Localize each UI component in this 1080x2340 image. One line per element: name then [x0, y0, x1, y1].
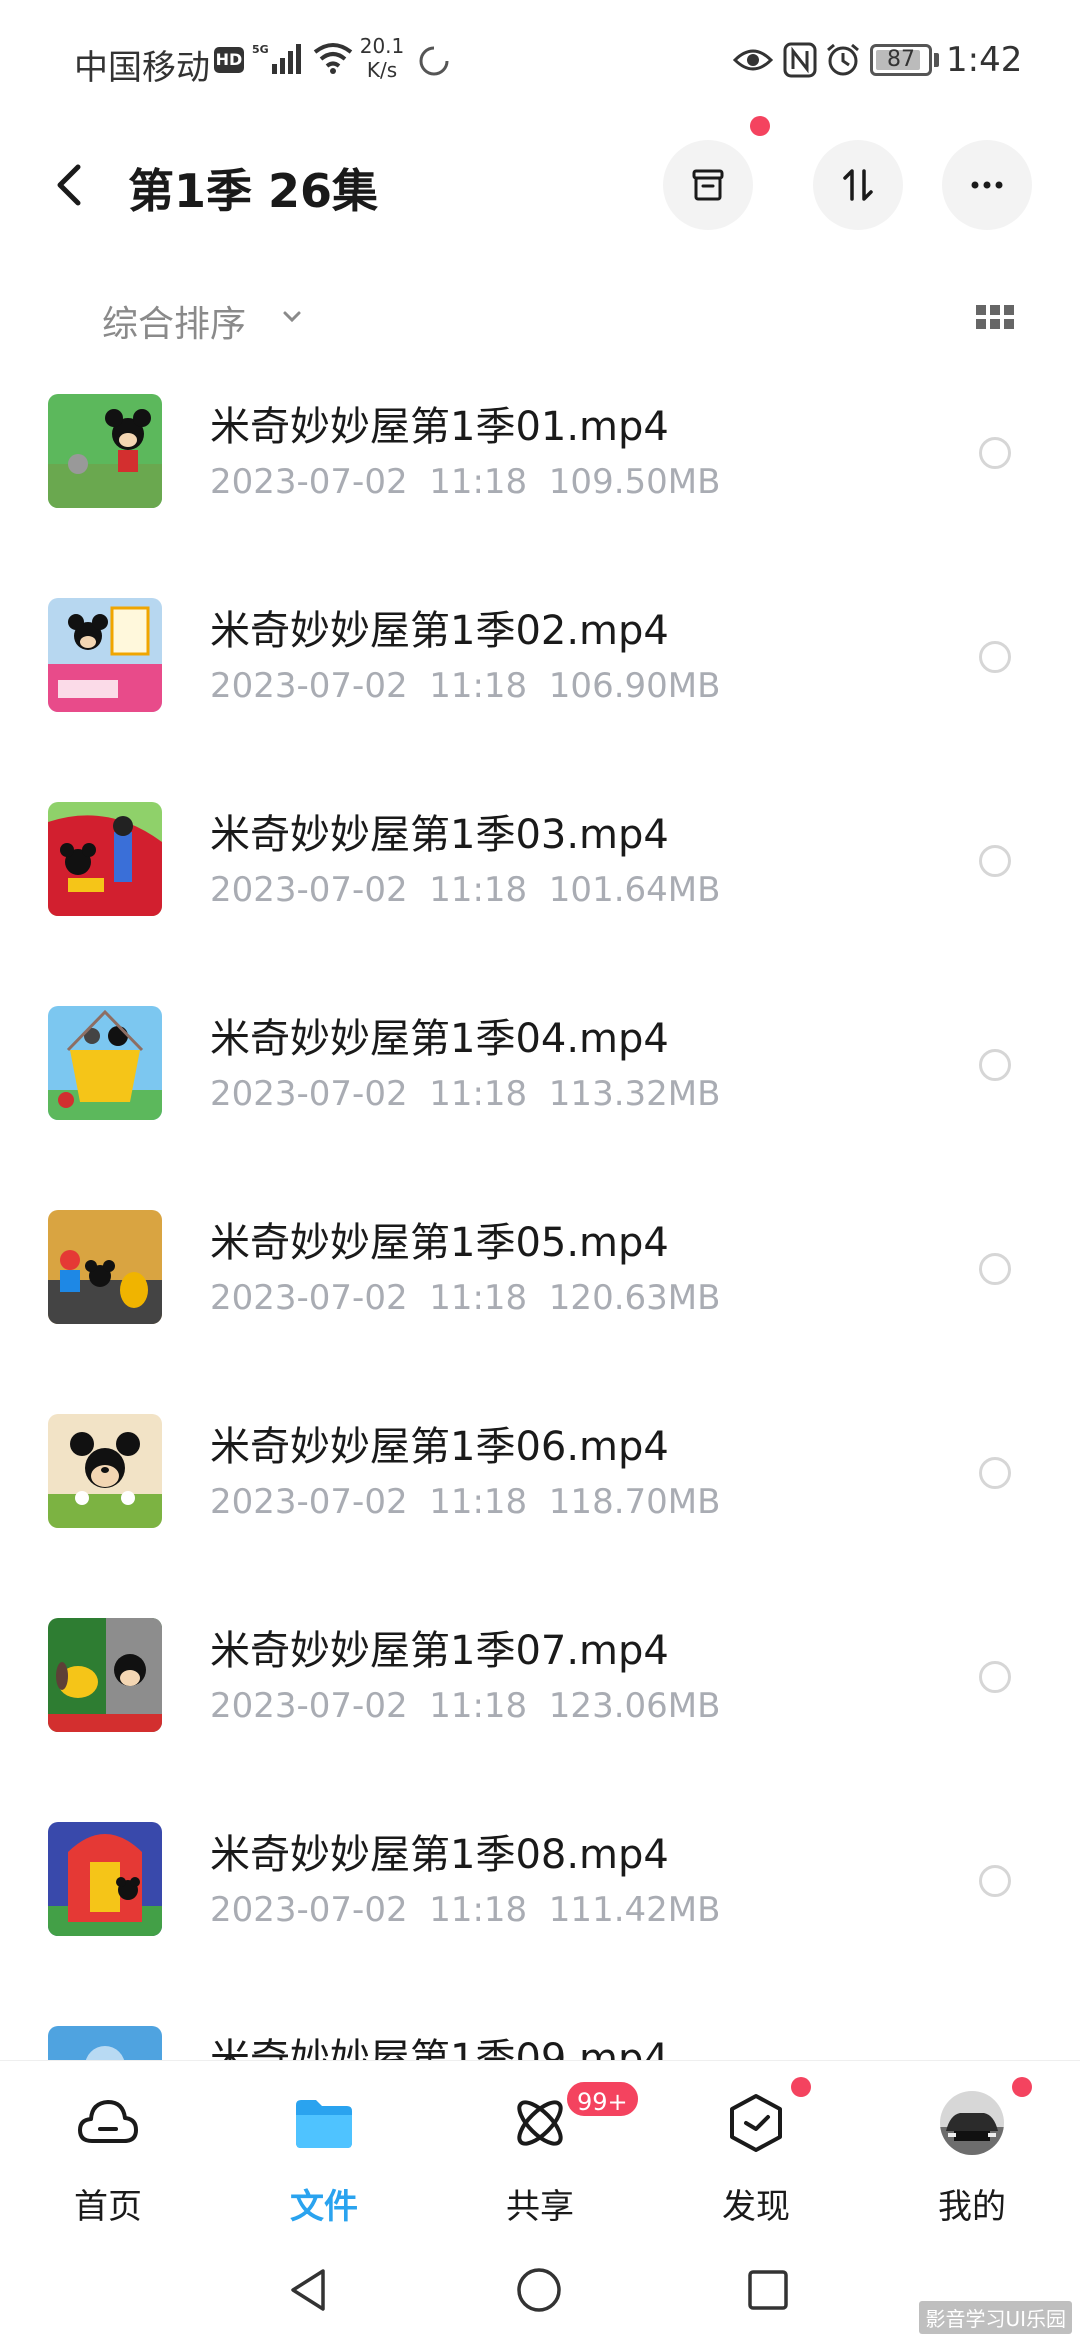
file-name: 米奇妙妙屋第1季05.mp4	[210, 1220, 669, 1266]
header: 第1季 26集	[0, 116, 1080, 240]
alarm-icon	[827, 43, 859, 76]
nav-share[interactable]: 99+ 共享	[432, 2061, 648, 2246]
select-radio[interactable]	[979, 1457, 1011, 1489]
more-dots-icon	[971, 181, 1003, 189]
nav-mine[interactable]: 我的	[864, 2061, 1080, 2246]
page-title: 第1季 26集	[128, 164, 379, 218]
file-row[interactable]: 米奇妙妙屋第1季04.mp4 2023-07-02 11:18 113.32MB	[0, 972, 1080, 1176]
battery-nub	[934, 53, 939, 67]
battery-indicator: 87	[870, 44, 932, 76]
select-radio[interactable]	[979, 1253, 1011, 1285]
avatar	[940, 2091, 1004, 2155]
watermark: 影音学习UI乐园	[919, 2301, 1072, 2334]
status-bar: 中国移动 HD 5G 20.1 K/s 87 1:42	[0, 0, 1080, 120]
share-badge: 99+	[564, 2079, 641, 2119]
file-name: 米奇妙妙屋第1季08.mp4	[210, 1832, 669, 1878]
signal-icon: 5G	[252, 43, 301, 74]
file-name: 米奇妙妙屋第1季09.mp4	[210, 2036, 669, 2060]
file-meta: 2023-07-02 11:18 111.42MB	[210, 1890, 721, 1930]
more-button[interactable]	[942, 140, 1032, 230]
file-row[interactable]: 米奇妙妙屋第1季02.mp4 2023-07-02 11:18 106.90MB	[0, 564, 1080, 768]
file-name: 米奇妙妙屋第1季07.mp4	[210, 1628, 669, 1674]
file-name: 米奇妙妙屋第1季04.mp4	[210, 1016, 669, 1062]
nav-share-label: 共享	[506, 2187, 574, 2227]
bottom-nav: 首页 文件 99+ 共享 发现 我的	[0, 2060, 1080, 2245]
folder-icon	[296, 2100, 352, 2148]
sort-order-button[interactable]	[813, 140, 903, 230]
nav-files-label: 文件	[290, 2187, 358, 2227]
file-row[interactable]: 米奇妙妙屋第1季06.mp4 2023-07-02 11:18 118.70MB	[0, 1380, 1080, 1584]
sync-icon	[419, 46, 449, 76]
carrier-label: 中国移动	[74, 48, 210, 88]
nav-discover-label: 发现	[722, 2187, 790, 2227]
video-thumbnail	[48, 598, 162, 712]
video-thumbnail	[48, 1006, 162, 1120]
sort-arrows-icon	[843, 169, 873, 201]
video-thumbnail	[48, 1414, 162, 1528]
file-row[interactable]: 米奇妙妙屋第1季07.mp4 2023-07-02 11:18 123.06MB	[0, 1584, 1080, 1788]
discover-notification-dot	[791, 2077, 811, 2097]
back-triangle-icon[interactable]	[283, 2265, 333, 2315]
sort-bar: 综合排序	[0, 285, 1080, 349]
file-meta: 2023-07-02 11:18 106.90MB	[210, 666, 721, 706]
recents-square-icon[interactable]	[743, 2265, 793, 2315]
nav-home[interactable]: 首页	[0, 2061, 216, 2246]
nav-mine-label: 我的	[938, 2187, 1006, 2227]
select-radio[interactable]	[979, 845, 1011, 877]
file-meta: 2023-07-02 11:18 113.32MB	[210, 1074, 721, 1114]
cloud-icon	[78, 2100, 138, 2143]
file-meta: 2023-07-02 11:18 118.70MB	[210, 1482, 721, 1522]
file-meta: 2023-07-02 11:18 109.50MB	[210, 462, 721, 502]
file-row[interactable]: 米奇妙妙屋第1季05.mp4 2023-07-02 11:18 120.63MB	[0, 1176, 1080, 1380]
net-speed-unit: K/s	[366, 58, 398, 82]
back-arrow-icon[interactable]	[46, 155, 96, 215]
network-type-label: 5G	[252, 43, 269, 56]
archive-button[interactable]	[663, 140, 753, 230]
sort-dropdown[interactable]: 综合排序	[102, 295, 246, 347]
select-radio[interactable]	[979, 1049, 1011, 1081]
file-meta: 2023-07-02 11:18 101.64MB	[210, 870, 721, 910]
file-row[interactable]: 米奇妙妙屋第1季03.mp4 2023-07-02 11:18 101.64MB	[0, 768, 1080, 972]
clock: 1:42	[946, 40, 1023, 80]
video-thumbnail	[48, 2026, 162, 2060]
file-list: 米奇妙妙屋第1季01.mp4 2023-07-02 11:18 109.50MB…	[0, 360, 1080, 2060]
file-row[interactable]: 米奇妙妙屋第1季01.mp4 2023-07-02 11:18 109.50MB	[0, 360, 1080, 564]
home-circle-icon[interactable]	[514, 2265, 564, 2315]
eye-icon	[733, 49, 773, 71]
nav-discover[interactable]: 发现	[648, 2061, 864, 2246]
system-nav-bar: 影音学习UI乐园	[0, 2245, 1080, 2340]
battery-level: 87	[887, 47, 915, 72]
chevron-down-icon[interactable]	[280, 307, 304, 327]
video-thumbnail	[48, 802, 162, 916]
nfc-icon	[783, 42, 817, 78]
file-name: 米奇妙妙屋第1季02.mp4	[210, 608, 669, 654]
select-radio[interactable]	[979, 1865, 1011, 1897]
net-speed-value: 20.1	[359, 34, 405, 58]
select-radio[interactable]	[979, 437, 1011, 469]
video-thumbnail	[48, 1618, 162, 1732]
video-thumbnail	[48, 1210, 162, 1324]
video-thumbnail	[48, 394, 162, 508]
file-name: 米奇妙妙屋第1季01.mp4	[210, 404, 669, 450]
archive-icon	[692, 169, 724, 201]
cube-icon	[730, 2094, 782, 2152]
hd-badge: HD	[214, 47, 244, 73]
file-meta: 2023-07-02 11:18 123.06MB	[210, 1686, 721, 1726]
mine-notification-dot	[1012, 2077, 1032, 2097]
select-radio[interactable]	[979, 641, 1011, 673]
select-radio[interactable]	[979, 1661, 1011, 1693]
file-name: 米奇妙妙屋第1季06.mp4	[210, 1424, 669, 1470]
video-thumbnail	[48, 1822, 162, 1936]
atom-icon	[517, 2100, 563, 2146]
file-meta: 2023-07-02 11:18 120.63MB	[210, 1278, 721, 1318]
file-row[interactable]: 米奇妙妙屋第1季08.mp4 2023-07-02 11:18 111.42MB	[0, 1788, 1080, 1992]
file-name: 米奇妙妙屋第1季03.mp4	[210, 812, 669, 858]
nav-files[interactable]: 文件	[216, 2061, 432, 2246]
nav-home-label: 首页	[74, 2187, 142, 2227]
archive-notification-dot	[750, 116, 770, 136]
net-speed: 20.1 K/s	[358, 34, 406, 82]
file-row[interactable]: 米奇妙妙屋第1季09.mp4	[0, 1992, 1080, 2060]
grid-view-icon[interactable]	[975, 303, 1015, 331]
wifi-icon	[313, 43, 353, 74]
